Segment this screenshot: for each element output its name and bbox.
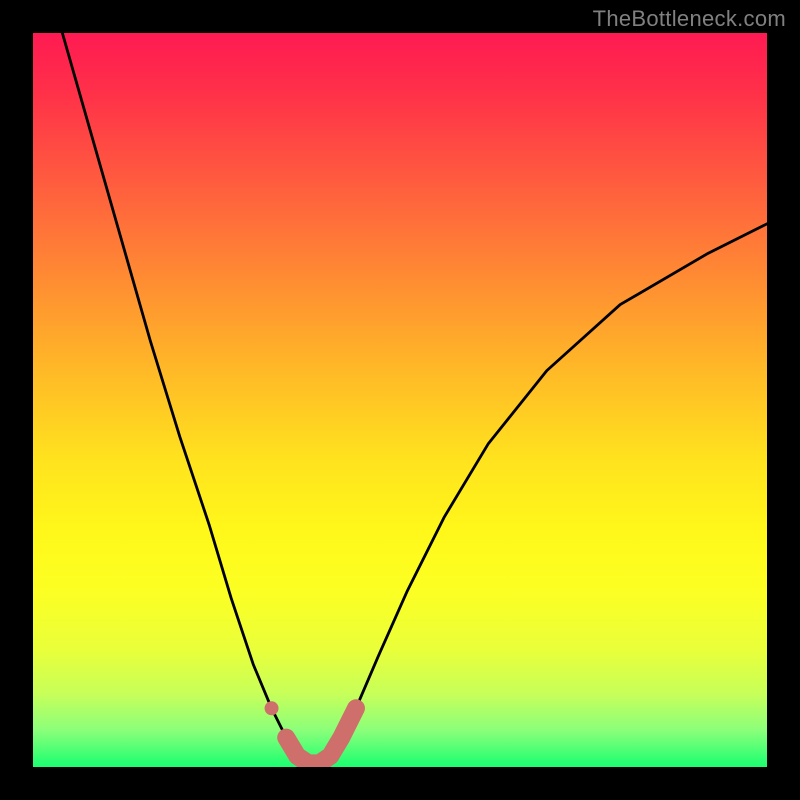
chart-frame: TheBottleneck.com — [0, 0, 800, 800]
highlight-dot — [265, 701, 279, 715]
chart-svg — [33, 33, 767, 767]
highlight-u — [286, 708, 356, 763]
plot-area — [33, 33, 767, 767]
curve-line — [62, 33, 767, 763]
watermark-text: TheBottleneck.com — [593, 6, 786, 32]
